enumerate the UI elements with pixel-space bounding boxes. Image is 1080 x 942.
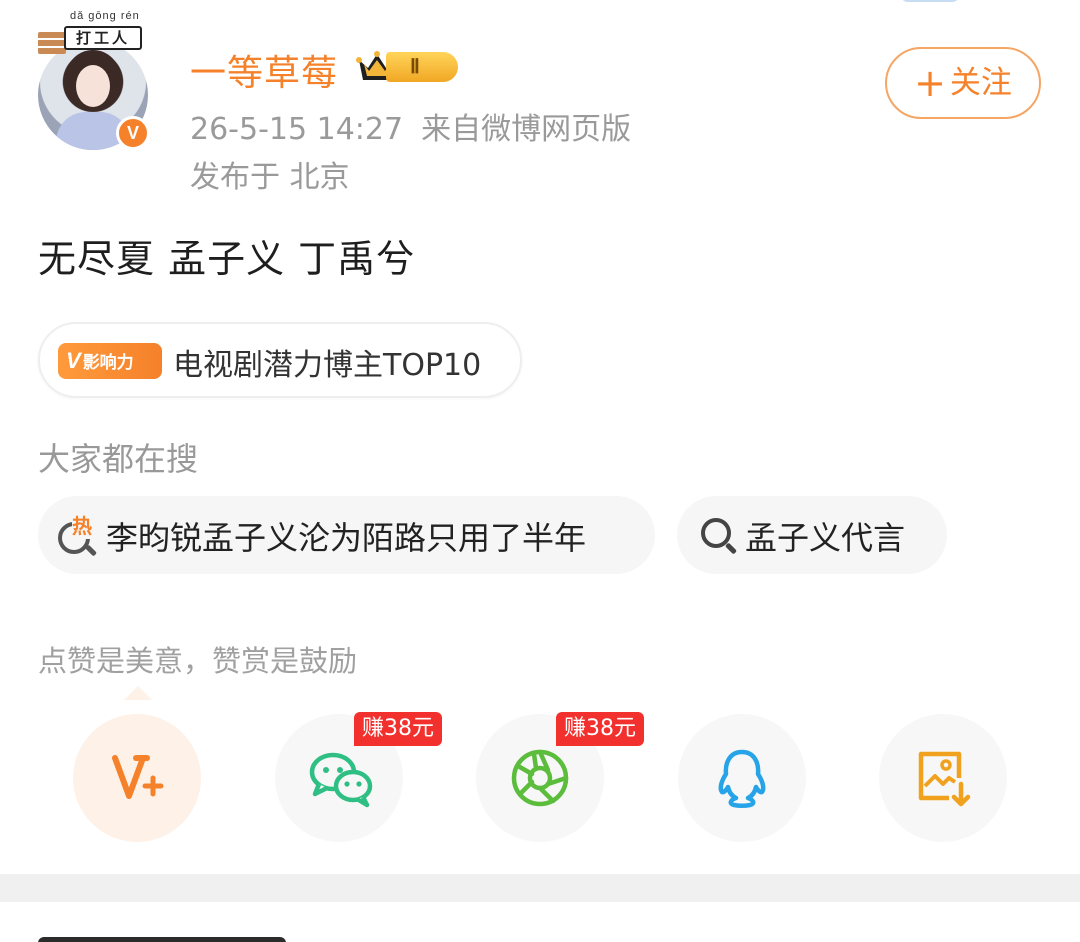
hot-search-icon: 热 — [58, 510, 100, 557]
bricks-icon — [38, 32, 66, 54]
share-vplus-button[interactable] — [73, 714, 201, 842]
save-image-icon — [918, 751, 971, 807]
earn-badge: 赚38元 — [354, 712, 442, 746]
post-text: 无尽夏 孟子义 丁禹兮 — [38, 237, 416, 281]
follow-button[interactable]: + 关注 — [885, 47, 1041, 119]
influence-tag-text: 影响力 — [82, 353, 134, 373]
trending-search-heading: 大家都在搜 — [38, 440, 199, 478]
search-icon — [701, 518, 738, 555]
post-source[interactable]: 来自微博网页版 — [421, 112, 631, 147]
avatar[interactable]: V — [38, 40, 153, 150]
follow-label: 关注 — [949, 65, 1012, 101]
trending-search-text: 孟子义代言 — [745, 519, 906, 557]
share-qq-button[interactable] — [678, 714, 806, 842]
verified-badge-icon: V — [116, 116, 150, 150]
influence-label: 电视剧潜力博主TOP10 — [173, 348, 482, 383]
influence-badge[interactable]: V 影响力 电视剧潜力博主TOP10 — [38, 322, 522, 398]
trending-search-chip[interactable]: 热 李昀锐孟子义沦为陌路只用了半年 — [38, 496, 655, 574]
reward-prompt: 点赞是美意，赞赏是鼓励 — [38, 644, 358, 678]
top-edge-decoration — [900, 0, 960, 2]
member-rank-badge[interactable]: Ⅱ — [356, 46, 462, 88]
plus-icon: + — [914, 61, 946, 105]
username[interactable]: 一等草莓 — [190, 44, 338, 96]
post-location: 发布于 北京 — [190, 160, 350, 195]
influence-tag-v: V — [66, 348, 81, 373]
trending-search-text: 李昀锐孟子义沦为陌路只用了半年 — [106, 519, 587, 557]
rank-numeral: Ⅱ — [386, 52, 458, 82]
wechat-icon — [309, 752, 373, 808]
post-meta: 26-5-15 14:27 来自微博网页版 — [190, 104, 631, 148]
qq-icon — [718, 749, 766, 808]
moments-icon — [511, 749, 569, 807]
vplus-pointer — [124, 686, 152, 700]
post-timestamp: 26-5-15 14:27 — [190, 112, 404, 147]
share-save-image-button[interactable] — [879, 714, 1007, 842]
next-post-preview — [38, 937, 286, 942]
influence-tag: V 影响力 — [58, 343, 162, 379]
trending-search-chip[interactable]: 孟子义代言 — [677, 496, 947, 574]
hat-pinyin: dǎ gōng rén — [70, 10, 140, 22]
avatar-hat-decoration: dǎ gōng rén 打工人 — [38, 10, 143, 54]
v-plus-icon — [112, 755, 164, 799]
section-divider — [0, 874, 1080, 902]
hat-sign: 打工人 — [64, 26, 142, 50]
earn-badge: 赚38元 — [556, 712, 644, 746]
